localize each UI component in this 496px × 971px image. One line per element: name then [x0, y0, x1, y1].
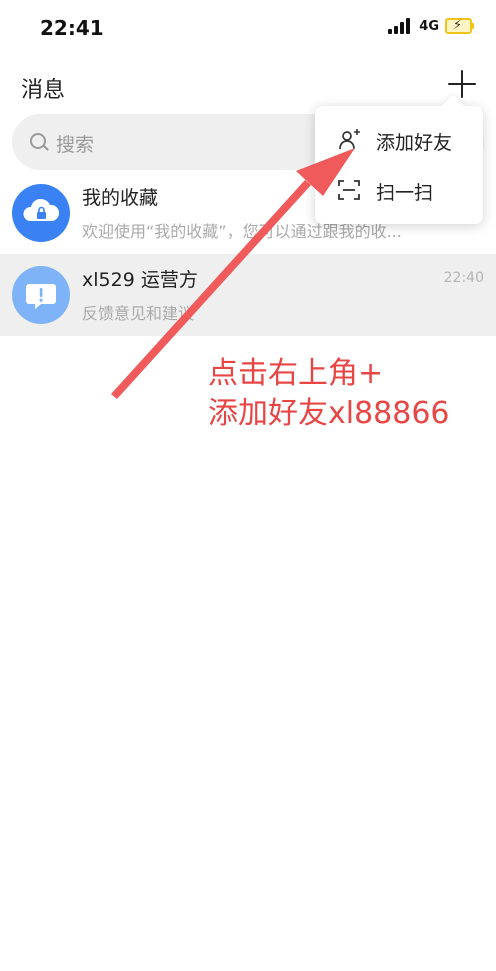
favorites-avatar — [12, 184, 70, 242]
network-label: 4G — [419, 18, 439, 34]
scan-icon — [338, 180, 360, 200]
menu-item-scan[interactable]: 扫一扫 — [315, 166, 483, 214]
battery-charging-icon: ⚡ — [445, 18, 474, 34]
menu-item-label: 扫一扫 — [376, 182, 434, 204]
chat-time: 22:40 — [443, 270, 484, 286]
chat-name: 我的收藏 — [82, 187, 159, 209]
page-title: 消息 — [21, 78, 66, 103]
signal-bars-icon — [388, 18, 412, 34]
chat-preview: 反馈意见和建议 — [82, 304, 195, 323]
status-indicators: 4G ⚡ — [388, 18, 474, 34]
menu-item-add-friend[interactable]: 添加好友 — [315, 116, 483, 164]
add-friend-icon — [339, 129, 360, 150]
status-time: 22:41 — [40, 16, 104, 40]
menu-item-label: 添加好友 — [376, 132, 453, 154]
operator-avatar — [12, 266, 70, 324]
status-bar: 22:41 4G ⚡ — [0, 0, 496, 58]
search-icon — [30, 133, 46, 149]
popup-menu: 添加好友 扫一扫 — [315, 106, 483, 224]
search-input[interactable]: 搜索 — [56, 130, 94, 157]
chat-name: xl529 运营方 — [82, 269, 198, 291]
annotation-text: 点击右上角+ 添加好友xl88866 — [208, 356, 450, 431]
speech-bubble-alert-icon — [26, 284, 56, 309]
chat-row-operator[interactable]: xl529 运营方 反馈意见和建议 22:40 — [0, 254, 496, 336]
cloud-lock-icon — [23, 198, 60, 221]
